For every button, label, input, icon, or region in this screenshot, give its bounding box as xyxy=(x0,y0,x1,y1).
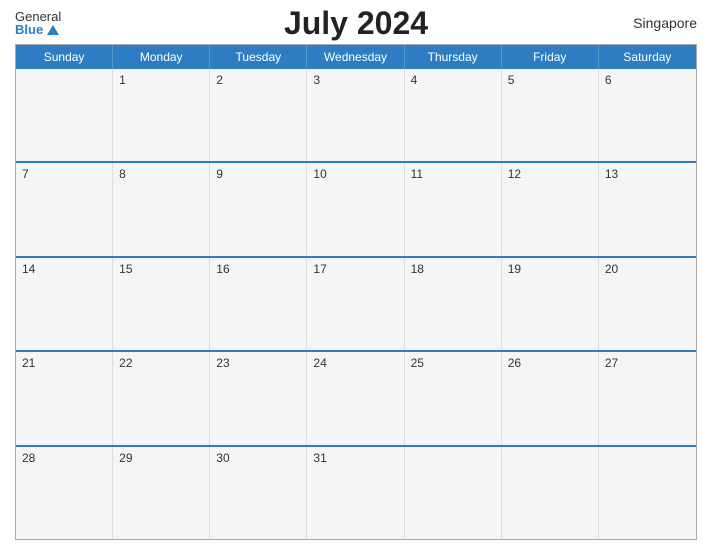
day-number-20: 20 xyxy=(605,262,690,276)
day-15: 15 xyxy=(113,258,210,350)
day-7: 7 xyxy=(16,163,113,255)
day-23: 23 xyxy=(210,352,307,444)
day-number-2: 2 xyxy=(216,73,300,87)
day-number-31: 31 xyxy=(313,451,397,465)
day-number-8: 8 xyxy=(119,167,203,181)
day-8: 8 xyxy=(113,163,210,255)
day-11: 11 xyxy=(405,163,502,255)
day-number-21: 21 xyxy=(22,356,106,370)
week-row-2: 789 10 11 12 13 xyxy=(16,161,696,255)
day-21: 21 xyxy=(16,352,113,444)
col-thursday: Thursday xyxy=(405,45,502,69)
day-number-23: 23 xyxy=(216,356,300,370)
day-27: 27 xyxy=(599,352,696,444)
day-17: 17 xyxy=(307,258,404,350)
day-number-10: 10 xyxy=(313,167,397,181)
location-label: Singapore xyxy=(633,15,697,31)
day-3: 3 xyxy=(307,69,404,161)
day-22: 22 xyxy=(113,352,210,444)
day-number-24: 24 xyxy=(313,356,397,370)
day-number-28: 28 xyxy=(22,451,106,465)
day-5: 5 xyxy=(502,69,599,161)
day-number-15: 15 xyxy=(119,262,203,276)
day-number-27: 27 xyxy=(605,356,690,370)
day-24: 24 xyxy=(307,352,404,444)
day-20: 20 xyxy=(599,258,696,350)
day-4: 4 xyxy=(405,69,502,161)
day-number-3: 3 xyxy=(313,73,397,87)
day-14: 14 xyxy=(16,258,113,350)
calendar-body: 1234567891011121314151617181920212223242… xyxy=(16,69,696,539)
day-number-14: 14 xyxy=(22,262,106,276)
day-number-13: 13 xyxy=(605,167,690,181)
day-18: 18 xyxy=(405,258,502,350)
day-12: 12 xyxy=(502,163,599,255)
day-31: 31 xyxy=(307,447,404,539)
day-9: 9 xyxy=(210,163,307,255)
day-number-9: 9 xyxy=(216,167,300,181)
day-26: 26 xyxy=(502,352,599,444)
day-28: 28 xyxy=(16,447,113,539)
day-number-19: 19 xyxy=(508,262,592,276)
empty-cell-w0-d0 xyxy=(16,69,113,161)
day-number-7: 7 xyxy=(22,167,106,181)
empty-cell-w4-d6 xyxy=(599,447,696,539)
logo: General Blue xyxy=(15,10,61,36)
month-title: July 2024 xyxy=(284,5,428,42)
empty-cell-w4-d4 xyxy=(405,447,502,539)
day-number-17: 17 xyxy=(313,262,397,276)
week-row-3: 14 15 16 17 18 19 20 xyxy=(16,256,696,350)
day-number-18: 18 xyxy=(411,262,495,276)
day-number-25: 25 xyxy=(411,356,495,370)
day-number-29: 29 xyxy=(119,451,203,465)
header: General Blue July 2024 Singapore xyxy=(15,10,697,36)
calendar: Sunday Monday Tuesday Wednesday Thursday… xyxy=(15,44,697,540)
week-row-5: 28 29 30 31 xyxy=(16,445,696,539)
day-30: 30 xyxy=(210,447,307,539)
day-29: 29 xyxy=(113,447,210,539)
day-number-12: 12 xyxy=(508,167,592,181)
week-row-4: 21 22 23 24 25 26 27 xyxy=(16,350,696,444)
page: General Blue July 2024 Singapore Sunday … xyxy=(0,0,712,550)
logo-triangle-icon xyxy=(47,25,59,35)
col-friday: Friday xyxy=(502,45,599,69)
empty-cell-w4-d5 xyxy=(502,447,599,539)
day-2: 2 xyxy=(210,69,307,161)
day-19: 19 xyxy=(502,258,599,350)
day-number-22: 22 xyxy=(119,356,203,370)
week-row-1: 123456 xyxy=(16,69,696,161)
col-saturday: Saturday xyxy=(599,45,696,69)
day-number-26: 26 xyxy=(508,356,592,370)
day-number-1: 1 xyxy=(119,73,203,87)
day-number-30: 30 xyxy=(216,451,300,465)
day-16: 16 xyxy=(210,258,307,350)
col-tuesday: Tuesday xyxy=(210,45,307,69)
day-number-4: 4 xyxy=(411,73,495,87)
day-10: 10 xyxy=(307,163,404,255)
day-number-16: 16 xyxy=(216,262,300,276)
day-13: 13 xyxy=(599,163,696,255)
col-sunday: Sunday xyxy=(16,45,113,69)
calendar-header-row: Sunday Monday Tuesday Wednesday Thursday… xyxy=(16,45,696,69)
day-6: 6 xyxy=(599,69,696,161)
day-1: 1 xyxy=(113,69,210,161)
day-number-5: 5 xyxy=(508,73,592,87)
col-wednesday: Wednesday xyxy=(307,45,404,69)
day-number-11: 11 xyxy=(411,167,495,181)
day-number-6: 6 xyxy=(605,73,690,87)
col-monday: Monday xyxy=(113,45,210,69)
logo-blue-text: Blue xyxy=(15,23,59,36)
day-25: 25 xyxy=(405,352,502,444)
